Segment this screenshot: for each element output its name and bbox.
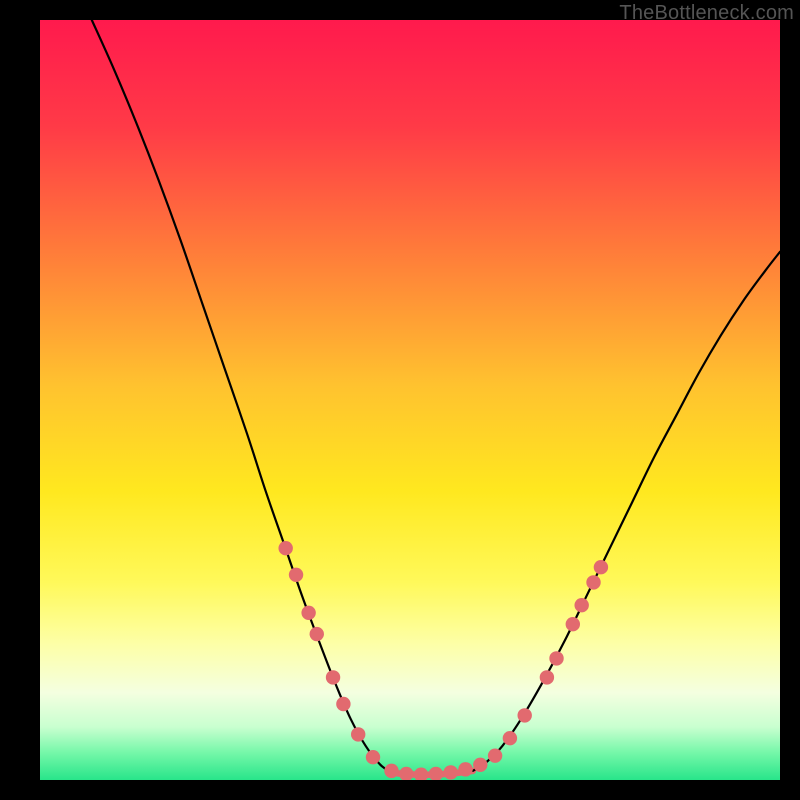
data-marker	[540, 670, 554, 684]
data-marker	[289, 568, 303, 582]
data-marker	[586, 575, 600, 589]
data-marker	[444, 765, 458, 779]
data-marker	[549, 651, 563, 665]
data-marker	[574, 598, 588, 612]
gradient-background	[40, 20, 780, 780]
plot-area	[40, 20, 780, 780]
data-marker	[326, 670, 340, 684]
data-marker	[518, 708, 532, 722]
data-marker	[594, 560, 608, 574]
data-marker	[488, 748, 502, 762]
chart-frame: TheBottleneck.com	[0, 0, 800, 800]
data-marker	[301, 606, 315, 620]
data-marker	[336, 697, 350, 711]
data-marker	[458, 762, 472, 776]
data-marker	[366, 750, 380, 764]
data-marker	[503, 731, 517, 745]
data-marker	[278, 541, 292, 555]
plot-svg	[40, 20, 780, 780]
data-marker	[566, 617, 580, 631]
data-marker	[473, 758, 487, 772]
data-marker	[351, 727, 365, 741]
watermark-text: TheBottleneck.com	[619, 2, 794, 25]
data-marker	[384, 764, 398, 778]
data-marker	[310, 627, 324, 641]
